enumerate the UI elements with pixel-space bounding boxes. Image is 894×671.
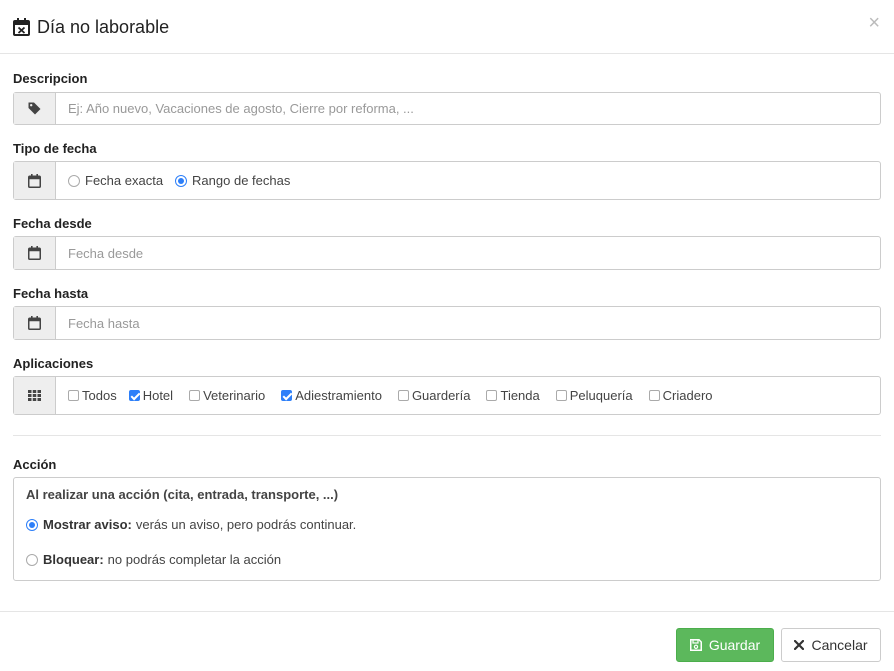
floppy-disk-icon	[689, 639, 702, 651]
checkbox-criadero-label: Criadero	[662, 388, 713, 403]
tipo-fecha-label: Tipo de fecha	[13, 141, 97, 156]
checkbox-veterinario[interactable]: Veterinario	[189, 388, 265, 403]
checkbox-guarderia[interactable]: Guardería	[397, 388, 471, 403]
close-icon	[794, 640, 805, 650]
radio-mostrar-aviso-description: verás un aviso, pero podrás continuar.	[135, 517, 357, 532]
checkbox-criadero[interactable]: Criadero	[648, 388, 713, 403]
radio-mostrar-aviso-circle[interactable]	[26, 518, 38, 531]
fecha-hasta-field-wrap	[56, 307, 880, 339]
checkbox-tienda-box[interactable]	[486, 390, 498, 401]
fecha-desde-addon[interactable]	[14, 237, 56, 269]
checkbox-peluqueria[interactable]: Peluquería	[555, 388, 633, 403]
descripcion-field-wrap	[56, 93, 880, 124]
radio-fecha-exacta-label: Fecha exacta	[85, 173, 164, 188]
radio-rango-fechas-circle[interactable]	[175, 174, 188, 187]
descripcion-addon	[14, 93, 56, 124]
checkbox-guarderia-label: Guardería	[411, 388, 471, 403]
radio-bloquear-description: no podrás completar la acción	[107, 552, 282, 567]
tipo-fecha-group: Fecha exacta Rango de fechas	[13, 161, 881, 200]
calendar-icon	[28, 316, 41, 330]
checkbox-adiestramiento-box[interactable]	[281, 390, 293, 401]
radio-mostrar-aviso[interactable]: Mostrar aviso: verás un aviso, pero podr…	[26, 517, 356, 532]
radio-fecha-exacta[interactable]: Fecha exacta	[68, 173, 163, 188]
fecha-hasta-input[interactable]	[68, 307, 880, 339]
save-button-label: Guardar	[708, 637, 761, 653]
modal-title: Día no laborable	[13, 16, 169, 38]
aplicaciones-group: Todos Hotel Veterinario Adiestramiento G…	[13, 376, 881, 415]
descripcion-label: Descripcion	[13, 71, 88, 86]
fecha-desde-field-wrap	[56, 237, 880, 269]
checkbox-todos-label: Todos	[82, 388, 117, 403]
checkbox-hotel-box[interactable]	[128, 390, 140, 401]
fecha-desde-input[interactable]	[68, 237, 880, 269]
tag-icon	[28, 102, 41, 115]
fecha-hasta-addon[interactable]	[14, 307, 56, 339]
modal-header: Día no laborable ×	[0, 0, 894, 54]
checkbox-tienda-label: Tienda	[500, 388, 540, 403]
calendar-icon	[28, 173, 41, 188]
fecha-desde-label: Fecha desde	[13, 216, 92, 231]
cancel-button[interactable]: Cancelar	[781, 628, 881, 662]
calendar-x-icon	[13, 18, 30, 36]
checkbox-hotel-label: Hotel	[142, 388, 174, 403]
checkbox-adiestramiento[interactable]: Adiestramiento	[281, 388, 382, 403]
close-button[interactable]: ×	[868, 13, 880, 33]
modal-footer: Guardar Cancelar	[0, 611, 894, 671]
radio-fecha-exacta-circle[interactable]	[68, 174, 80, 187]
checkbox-peluqueria-label: Peluquería	[569, 388, 633, 403]
section-divider	[13, 435, 881, 436]
checkbox-peluqueria-box[interactable]	[555, 390, 567, 401]
grid-icon	[28, 390, 41, 401]
radio-bloquear-circle[interactable]	[26, 553, 38, 566]
fecha-hasta-group	[13, 306, 881, 340]
accion-title: Al realizar una acción (cita, entrada, t…	[26, 487, 339, 502]
modal-title-text: Día no laborable	[37, 16, 170, 37]
radio-rango-fechas[interactable]: Rango de fechas	[175, 173, 290, 188]
aplicaciones-addon	[14, 377, 56, 414]
calendar-icon	[28, 246, 41, 260]
tipo-fecha-addon	[14, 162, 56, 199]
checkbox-criadero-box[interactable]	[648, 390, 660, 401]
aplicaciones-label: Aplicaciones	[13, 356, 94, 371]
cancel-button-label: Cancelar	[811, 637, 868, 653]
fecha-desde-group	[13, 236, 881, 270]
radio-mostrar-aviso-label: Mostrar aviso:	[43, 517, 132, 532]
checkbox-hotel[interactable]: Hotel	[128, 388, 174, 403]
checkbox-guarderia-box[interactable]	[397, 390, 409, 401]
checkbox-todos-box[interactable]	[68, 390, 79, 401]
save-button[interactable]: Guardar	[676, 628, 774, 662]
checkbox-veterinario-box[interactable]	[189, 390, 201, 401]
checkbox-todos[interactable]: Todos	[68, 388, 117, 403]
fecha-hasta-label: Fecha hasta	[13, 286, 89, 301]
tipo-fecha-options: Fecha exacta Rango de fechas	[56, 162, 880, 199]
radio-bloquear-label: Bloquear:	[43, 552, 104, 567]
descripcion-input[interactable]	[68, 93, 880, 124]
descripcion-group	[13, 92, 881, 125]
accion-box: Al realizar una acción (cita, entrada, t…	[13, 477, 881, 581]
aplicaciones-options: Todos Hotel Veterinario Adiestramiento G…	[56, 377, 880, 414]
checkbox-tienda[interactable]: Tienda	[486, 388, 540, 403]
radio-rango-fechas-label: Rango de fechas	[192, 173, 291, 188]
checkbox-adiestramiento-label: Adiestramiento	[295, 388, 382, 403]
accion-label: Acción	[13, 457, 57, 472]
radio-bloquear[interactable]: Bloquear: no podrás completar la acción	[26, 552, 281, 567]
checkbox-veterinario-label: Veterinario	[203, 388, 266, 403]
